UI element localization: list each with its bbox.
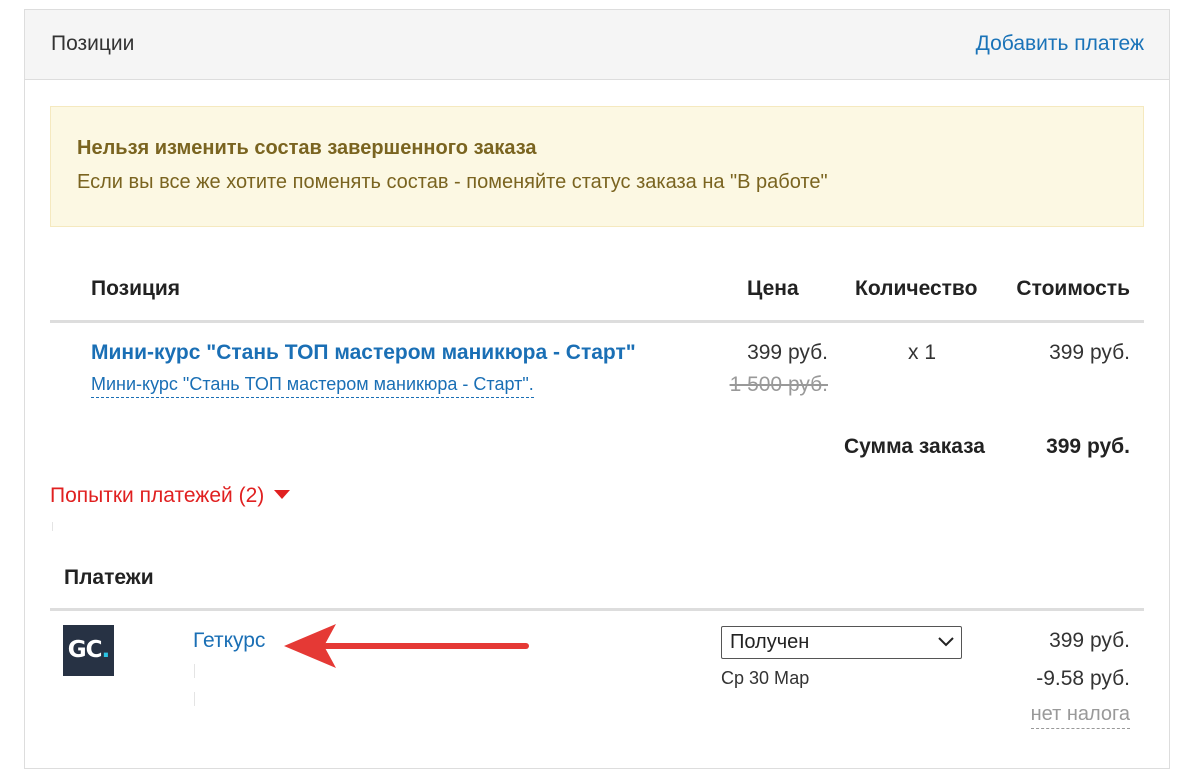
column-header-quantity: Количество	[855, 277, 978, 300]
add-payment-link[interactable]: Добавить платеж	[976, 32, 1144, 56]
quantity-value: x 1	[908, 341, 937, 364]
table-header-divider	[50, 320, 1144, 323]
panel-title: Позиции	[51, 32, 135, 55]
product-link[interactable]: Мини-курс "Стань ТОП мастером маникюра -…	[91, 341, 636, 365]
cost-value: 399 руб.	[1049, 341, 1130, 364]
divider	[194, 692, 195, 706]
chevron-down-icon	[938, 637, 954, 647]
caret-down-icon	[274, 489, 291, 499]
order-total-value: 399 руб.	[1046, 435, 1130, 458]
payment-attempts-label: Попытки платежей (2)	[50, 484, 265, 507]
alert-title: Нельзя изменить состав завершенного зака…	[77, 137, 537, 159]
payment-status-select[interactable]: Получен	[721, 626, 962, 659]
payment-fee: -9.58 руб.	[1036, 667, 1130, 690]
order-locked-alert: Нельзя изменить состав завершенного зака…	[50, 106, 1144, 227]
offer-link[interactable]: Мини-курс "Стань ТОП мастером маникюра -…	[91, 374, 534, 398]
payment-tax-link[interactable]: нет налога	[1030, 703, 1130, 729]
column-header-price: Цена	[747, 277, 799, 300]
payment-gateway-link[interactable]: Геткурс	[193, 629, 265, 653]
payments-section-title: Платежи	[64, 566, 154, 589]
getcourse-logo: GC.	[63, 625, 114, 676]
payment-amount: 399 руб.	[1049, 629, 1130, 652]
price-old: 1 500 руб.	[729, 373, 828, 396]
order-total-label: Сумма заказа	[843, 435, 985, 458]
column-header-position: Позиция	[91, 277, 181, 300]
payment-status-value: Получен	[730, 631, 810, 653]
column-header-cost: Стоимость	[1016, 277, 1130, 300]
alert-text: Если вы все же хотите поменять состав - …	[77, 171, 828, 193]
divider	[52, 522, 53, 531]
payment-attempts-toggle[interactable]: Попытки платежей (2)	[50, 484, 291, 508]
logo-text: GC	[67, 637, 103, 663]
logo-dot: .	[101, 637, 111, 663]
payments-header-divider	[50, 608, 1144, 611]
price-current: 399 руб.	[747, 341, 828, 364]
panel-header: Позиции Добавить платеж	[25, 10, 1169, 80]
red-arrow-icon	[284, 624, 529, 668]
divider	[194, 664, 195, 678]
payment-date: Ср 30 Мар	[721, 668, 810, 688]
